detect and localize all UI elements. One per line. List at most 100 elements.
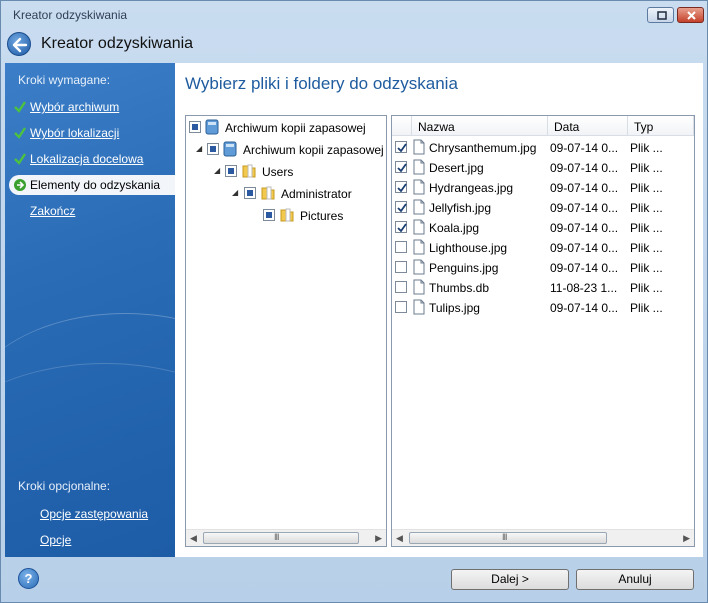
file-checkbox[interactable] <box>395 241 407 253</box>
folder-icon <box>261 186 275 200</box>
restore-button[interactable] <box>647 7 674 23</box>
column-header-date[interactable]: Data <box>548 116 628 136</box>
tree-checkbox[interactable] <box>263 209 275 221</box>
column-header-type[interactable]: Typ <box>628 116 694 136</box>
file-name: Chrysanthemum.jpg <box>429 141 537 155</box>
scrollbar-grip: III <box>502 532 507 542</box>
folder-tree[interactable]: Archiwum kopii zapasowej ◢ Archiwum kopi… <box>185 115 387 547</box>
tree-label: Users <box>262 165 294 179</box>
window-title: Kreator odzyskiwania <box>13 8 128 22</box>
file-name: Tulips.jpg <box>429 301 480 315</box>
file-icon <box>413 219 425 235</box>
checkmark-icon <box>14 127 26 139</box>
file-checkbox[interactable] <box>395 141 407 153</box>
tree-node[interactable]: Pictures <box>188 206 386 224</box>
step-items-to-recover[interactable]: Elementy do odzyskania <box>9 175 175 195</box>
wizard-footer: ? Dalej > Anuluj <box>1 557 707 602</box>
file-checkbox[interactable] <box>395 221 407 233</box>
file-row[interactable]: Koala.jpg 09-07-14 0... Plik ... <box>392 217 694 237</box>
file-type: Plik ... <box>630 221 663 235</box>
expand-arrow-icon[interactable]: ◢ <box>214 166 220 175</box>
column-header-name[interactable]: Nazwa <box>412 116 548 136</box>
file-type: Plik ... <box>630 161 663 175</box>
checkmark-icon <box>397 183 407 193</box>
file-icon <box>413 199 425 215</box>
page-title: Wybierz pliki i foldery do odzyskania <box>185 74 458 93</box>
file-name: Jellyfish.jpg <box>429 201 492 215</box>
step-archive-selection[interactable]: Wybór archiwum <box>5 97 175 117</box>
recovery-wizard-window: Kreator odzyskiwania Kreator odzyskiwani… <box>0 0 708 603</box>
file-icon <box>413 139 425 155</box>
file-icon <box>413 159 425 175</box>
file-type: Plik ... <box>630 141 663 155</box>
file-type: Plik ... <box>630 241 663 255</box>
file-checkbox[interactable] <box>395 261 407 273</box>
tree-horizontal-scrollbar[interactable]: ◀ III ▶ <box>186 529 386 546</box>
scrollbar-thumb[interactable]: III <box>203 532 359 544</box>
tree-checkbox[interactable] <box>225 165 237 177</box>
tree-checkbox[interactable] <box>207 143 219 155</box>
scroll-right-icon[interactable]: ▶ <box>683 533 690 544</box>
close-icon <box>687 11 696 20</box>
step-location-selection[interactable]: Wybór lokalizacji <box>5 123 175 143</box>
back-button[interactable] <box>7 32 31 56</box>
drive-icon <box>205 119 219 135</box>
step-label: Wybór lokalizacji <box>30 126 120 140</box>
file-checkbox[interactable] <box>395 301 407 313</box>
file-date: 09-07-14 0... <box>550 241 619 255</box>
checkmark-icon <box>14 101 26 113</box>
checkmark-icon <box>397 223 407 233</box>
file-type: Plik ... <box>630 301 663 315</box>
file-checkbox[interactable] <box>395 181 407 193</box>
expand-arrow-icon[interactable]: ◢ <box>196 144 202 153</box>
scrollbar-thumb[interactable]: III <box>409 532 607 544</box>
file-row[interactable]: Thumbs.db 11-08-23 1... Plik ... <box>392 277 694 297</box>
expand-arrow-icon[interactable]: ◢ <box>232 188 238 197</box>
file-list[interactable]: Nazwa Data Typ Chrysanthemum.jpg 09-07-14… <box>391 115 695 547</box>
tree-checkbox[interactable] <box>189 121 201 133</box>
files-horizontal-scrollbar[interactable]: ◀ III ▶ <box>392 529 694 546</box>
step-options[interactable]: Opcje <box>40 533 71 547</box>
scroll-left-icon[interactable]: ◀ <box>190 533 197 544</box>
file-row[interactable]: Chrysanthemum.jpg 09-07-14 0... Plik ... <box>392 137 694 157</box>
step-destination[interactable]: Lokalizacja docelowa <box>5 149 175 169</box>
scroll-right-icon[interactable]: ▶ <box>375 533 382 544</box>
scroll-left-icon[interactable]: ◀ <box>396 533 403 544</box>
file-row[interactable]: Penguins.jpg 09-07-14 0... Plik ... <box>392 257 694 277</box>
tree-node[interactable]: Archiwum kopii zapasowej <box>188 118 386 136</box>
help-button[interactable]: ? <box>18 568 39 589</box>
file-date: 09-07-14 0... <box>550 221 619 235</box>
tree-node[interactable]: ◢ Administrator <box>188 184 386 202</box>
step-label: Elementy do odzyskania <box>30 178 161 192</box>
next-button[interactable]: Dalej > <box>451 569 569 590</box>
file-row[interactable]: Jellyfish.jpg 09-07-14 0... Plik ... <box>392 197 694 217</box>
tree-label: Archiwum kopii zapasowej <box>225 121 366 135</box>
main-content: Wybierz pliki i foldery do odzyskania Ar… <box>175 63 703 557</box>
file-icon <box>413 299 425 315</box>
file-date: 11-08-23 1... <box>550 281 618 295</box>
tree-checkbox[interactable] <box>244 187 256 199</box>
file-type: Plik ... <box>630 181 663 195</box>
step-label: Lokalizacja docelowa <box>30 152 144 166</box>
close-button[interactable] <box>677 7 704 23</box>
file-row[interactable]: Desert.jpg 09-07-14 0... Plik ... <box>392 157 694 177</box>
step-overwrite-options[interactable]: Opcje zastępowania <box>40 507 148 521</box>
file-name: Desert.jpg <box>429 161 484 175</box>
drive-icon <box>223 141 237 157</box>
file-row[interactable]: Lighthouse.jpg 09-07-14 0... Plik ... <box>392 237 694 257</box>
required-steps-heading: Kroki wymagane: <box>18 73 111 87</box>
current-step-arrow-icon <box>14 179 26 191</box>
file-date: 09-07-14 0... <box>550 201 619 215</box>
file-checkbox[interactable] <box>395 201 407 213</box>
tree-node[interactable]: ◢ Users <box>188 162 386 180</box>
file-row[interactable]: Tulips.jpg 09-07-14 0... Plik ... <box>392 297 694 317</box>
optional-steps-heading: Kroki opcjonalne: <box>18 479 111 493</box>
file-checkbox[interactable] <box>395 281 407 293</box>
file-type: Plik ... <box>630 261 663 275</box>
file-checkbox[interactable] <box>395 161 407 173</box>
tree-node[interactable]: ◢ Archiwum kopii zapasowej <box>188 140 386 158</box>
cancel-button[interactable]: Anuluj <box>576 569 694 590</box>
step-finish[interactable]: Zakończ <box>5 201 175 221</box>
back-arrow-icon <box>12 37 28 53</box>
file-row[interactable]: Hydrangeas.jpg 09-07-14 0... Plik ... <box>392 177 694 197</box>
